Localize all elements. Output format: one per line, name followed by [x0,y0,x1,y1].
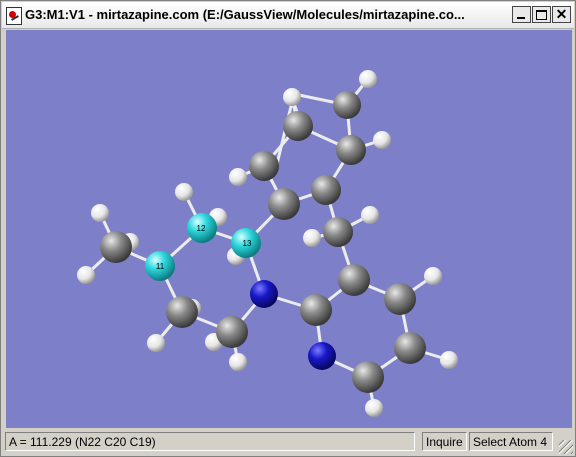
action-status: Select Atom 4 [469,432,553,451]
molecule-render[interactable]: 12 13 11 [6,30,572,428]
resize-grip-icon[interactable] [559,440,573,454]
close-button[interactable]: ✕ [552,6,571,23]
carbon-atom[interactable] [283,111,313,141]
atom-label: 11 [156,262,165,271]
atoms[interactable] [77,70,458,417]
atom-label: 12 [197,224,206,233]
carbon-atom[interactable] [384,283,416,315]
carbon-atom[interactable] [352,361,384,393]
hydrogen-atom[interactable] [77,266,95,284]
gaussview-app-icon[interactable] [6,7,22,25]
carbon-atom[interactable] [166,296,198,328]
carbon-atom[interactable] [323,217,353,247]
hydrogen-atom[interactable] [440,351,458,369]
hydrogen-atom[interactable] [424,267,442,285]
carbon-atom[interactable] [100,231,132,263]
hydrogen-atom[interactable] [175,183,193,201]
carbon-atom[interactable] [333,91,361,119]
maximize-button[interactable] [532,6,551,23]
carbon-atom[interactable] [338,264,370,296]
hydrogen-atom[interactable] [147,334,165,352]
carbon-atom[interactable] [249,151,279,181]
hydrogen-atom[interactable] [361,206,379,224]
hydrogen-atom[interactable] [303,229,321,247]
carbon-atom[interactable] [394,332,426,364]
hydrogen-atom[interactable] [359,70,377,88]
hydrogen-atom[interactable] [91,204,109,222]
atom-label: 13 [243,239,252,248]
window-title: G3:M1:V1 - mirtazapine.com (E:/GaussView… [25,7,465,22]
gaussview-window: G3:M1:V1 - mirtazapine.com (E:/GaussView… [0,0,576,457]
mode-status: Inquire [422,432,467,451]
nitrogen-atom[interactable] [308,342,336,370]
nitrogen-atom[interactable] [250,280,278,308]
hydrogen-atom[interactable] [283,88,301,106]
hydrogen-atom[interactable] [365,399,383,417]
minimize-button[interactable] [512,6,531,23]
title-bar[interactable]: G3:M1:V1 - mirtazapine.com (E:/GaussView… [2,2,574,29]
close-icon: ✕ [555,6,568,22]
hydrogen-atom[interactable] [229,353,247,371]
carbon-atom[interactable] [216,316,248,348]
status-bar: A = 111.229 (N22 C20 C19) Inquire Select… [1,429,575,456]
carbon-atom[interactable] [300,294,332,326]
carbon-atom[interactable] [268,188,300,220]
molecule-viewport[interactable]: 12 13 11 [6,30,572,428]
bonds [84,77,451,410]
hydrogen-atom[interactable] [229,168,247,186]
carbon-atom[interactable] [336,135,366,165]
carbon-atom[interactable] [311,175,341,205]
hydrogen-atom[interactable] [373,131,391,149]
measurement-status: A = 111.229 (N22 C20 C19) [5,432,415,451]
